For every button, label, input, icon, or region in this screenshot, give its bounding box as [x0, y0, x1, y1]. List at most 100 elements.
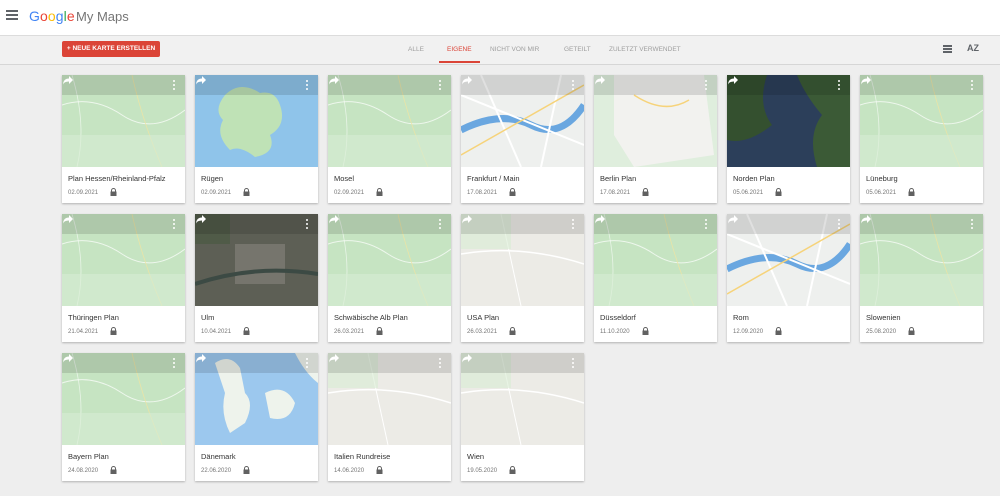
map-card[interactable]: Italien Rundreise 14.06.2020 — [328, 353, 451, 481]
map-card[interactable]: Dänemark 22.06.2020 — [195, 353, 318, 481]
map-card[interactable]: Düsseldorf 11.10.2020 — [594, 214, 717, 342]
more-vert-icon[interactable] — [572, 219, 575, 231]
more-vert-icon[interactable] — [439, 219, 442, 231]
share-arrow-icon[interactable] — [727, 75, 739, 85]
lock-icon — [509, 188, 516, 196]
map-thumbnail[interactable] — [62, 353, 185, 445]
top-app-bar: Google My Maps — [0, 0, 1000, 36]
share-arrow-icon[interactable] — [62, 214, 74, 224]
map-thumbnail[interactable] — [727, 75, 850, 167]
more-vert-icon[interactable] — [173, 358, 176, 370]
map-card[interactable]: Berlin Plan 17.08.2021 — [594, 75, 717, 203]
map-card[interactable]: Lüneburg 05.06.2021 — [860, 75, 983, 203]
map-date: 10.04.2021 — [201, 329, 232, 335]
more-vert-icon[interactable] — [838, 80, 841, 92]
share-arrow-icon[interactable] — [594, 75, 606, 85]
map-card[interactable]: Wien 19.05.2020 — [461, 353, 584, 481]
map-thumbnail[interactable] — [461, 353, 584, 445]
app-name: My Maps — [76, 9, 129, 24]
lock-icon — [642, 327, 649, 335]
share-arrow-icon[interactable] — [328, 75, 340, 85]
logo-letter: e — [66, 8, 75, 24]
map-thumbnail[interactable] — [328, 75, 451, 167]
share-arrow-icon[interactable] — [195, 214, 207, 224]
map-thumbnail[interactable] — [195, 214, 318, 306]
map-date: 17.08.2021 — [600, 190, 631, 196]
more-vert-icon[interactable] — [838, 219, 841, 231]
map-card[interactable]: Ulm 10.04.2021 — [195, 214, 318, 342]
share-arrow-icon[interactable] — [461, 75, 473, 85]
more-vert-icon[interactable] — [705, 219, 708, 231]
share-arrow-icon[interactable] — [62, 75, 74, 85]
map-thumbnail[interactable] — [461, 75, 584, 167]
share-arrow-icon[interactable] — [594, 214, 606, 224]
map-thumbnail[interactable] — [195, 75, 318, 167]
more-vert-icon[interactable] — [439, 80, 442, 92]
tab-geteilt[interactable]: GETEILT — [564, 36, 591, 63]
map-card[interactable]: Norden Plan 05.06.2021 — [727, 75, 850, 203]
map-date: 11.10.2020 — [600, 329, 630, 335]
map-thumbnail[interactable] — [860, 75, 983, 167]
map-date: 05.06.2021 — [733, 190, 764, 196]
map-thumbnail[interactable] — [594, 214, 717, 306]
more-vert-icon[interactable] — [173, 219, 176, 231]
more-vert-icon[interactable] — [971, 219, 974, 231]
map-title: Bayern Plan — [68, 452, 109, 461]
map-card[interactable]: Frankfurt / Main 17.08.2021 — [461, 75, 584, 203]
map-date: 02.09.2021 — [334, 190, 365, 196]
map-card[interactable]: Mosel 02.09.2021 — [328, 75, 451, 203]
map-date: 02.09.2021 — [68, 190, 99, 196]
map-card[interactable]: Rügen 02.09.2021 — [195, 75, 318, 203]
tab-nicht-von-mir[interactable]: NICHT VON MIR — [490, 36, 539, 63]
map-thumbnail[interactable] — [195, 353, 318, 445]
share-arrow-icon[interactable] — [62, 353, 74, 363]
map-date: 19.05.2020 — [467, 468, 498, 474]
create-new-map-button[interactable]: + NEUE KARTE ERSTELLEN — [62, 41, 160, 57]
share-arrow-icon[interactable] — [328, 214, 340, 224]
map-card[interactable]: Thüringen Plan 21.04.2021 — [62, 214, 185, 342]
map-thumbnail[interactable] — [860, 214, 983, 306]
more-vert-icon[interactable] — [705, 80, 708, 92]
share-arrow-icon[interactable] — [727, 214, 739, 224]
more-vert-icon[interactable] — [306, 358, 309, 370]
map-thumbnail[interactable] — [62, 214, 185, 306]
more-vert-icon[interactable] — [306, 80, 309, 92]
map-card[interactable]: Rom 12.09.2020 — [727, 214, 850, 342]
share-arrow-icon[interactable] — [860, 75, 872, 85]
map-thumbnail[interactable] — [328, 353, 451, 445]
map-card[interactable]: Bayern Plan 24.08.2020 — [62, 353, 185, 481]
more-vert-icon[interactable] — [439, 358, 442, 370]
more-vert-icon[interactable] — [306, 219, 309, 231]
lock-icon — [642, 188, 649, 196]
map-card[interactable]: Schwäbische Alb Plan 26.03.2021 — [328, 214, 451, 342]
more-vert-icon[interactable] — [572, 358, 575, 370]
map-title: Plan Hessen/Rheinland-Pfalz — [68, 174, 166, 183]
hamburger-menu-icon[interactable] — [6, 10, 18, 22]
map-thumbnail[interactable] — [461, 214, 584, 306]
share-arrow-icon[interactable] — [860, 214, 872, 224]
map-thumbnail[interactable] — [727, 214, 850, 306]
map-thumbnail[interactable] — [62, 75, 185, 167]
share-arrow-icon[interactable] — [195, 75, 207, 85]
share-arrow-icon[interactable] — [461, 353, 473, 363]
more-vert-icon[interactable] — [971, 80, 974, 92]
tab-zuletzt-verwendet[interactable]: ZULETZT VERWENDET — [609, 36, 681, 63]
more-vert-icon[interactable] — [173, 80, 176, 92]
share-arrow-icon[interactable] — [461, 214, 473, 224]
map-title: Rom — [733, 313, 749, 322]
map-title: Mosel — [334, 174, 355, 183]
list-view-icon[interactable] — [943, 45, 952, 53]
more-vert-icon[interactable] — [572, 80, 575, 92]
sort-az-icon[interactable]: AZ — [967, 43, 979, 53]
tab-alle[interactable]: ALLE — [408, 36, 424, 63]
map-date: 12.09.2020 — [733, 329, 764, 335]
map-card[interactable]: USA Plan 26.03.2021 — [461, 214, 584, 342]
tab-eigene[interactable]: EIGENE — [439, 36, 480, 63]
share-arrow-icon[interactable] — [328, 353, 340, 363]
map-date: 26.03.2021 — [334, 329, 365, 335]
map-card[interactable]: Plan Hessen/Rheinland-Pfalz 02.09.2021 — [62, 75, 185, 203]
map-thumbnail[interactable] — [594, 75, 717, 167]
map-thumbnail[interactable] — [328, 214, 451, 306]
share-arrow-icon[interactable] — [195, 353, 207, 363]
map-card[interactable]: Slowenien 25.08.2020 — [860, 214, 983, 342]
